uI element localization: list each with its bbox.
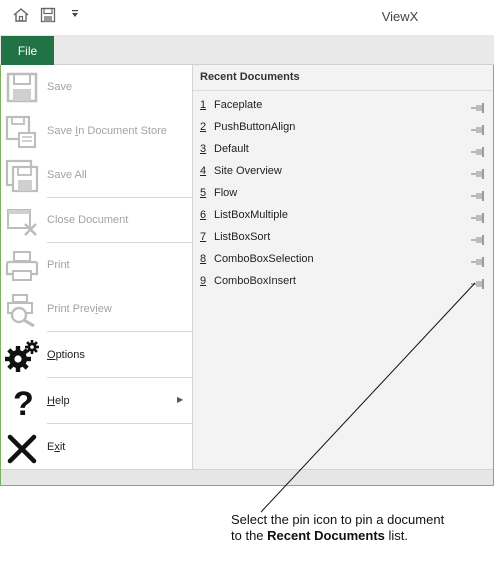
callout-post: list.	[384, 528, 409, 543]
callout-text: Select the pin icon to pin a document to…	[231, 512, 491, 544]
callout-bold: Recent Documents	[267, 528, 385, 543]
callout-line-2: to the Recent Documents list.	[231, 528, 491, 544]
callout-line-1: Select the pin icon to pin a document	[231, 512, 445, 527]
callout-leader-line	[260, 282, 476, 513]
callout-pre: to the	[231, 528, 268, 543]
